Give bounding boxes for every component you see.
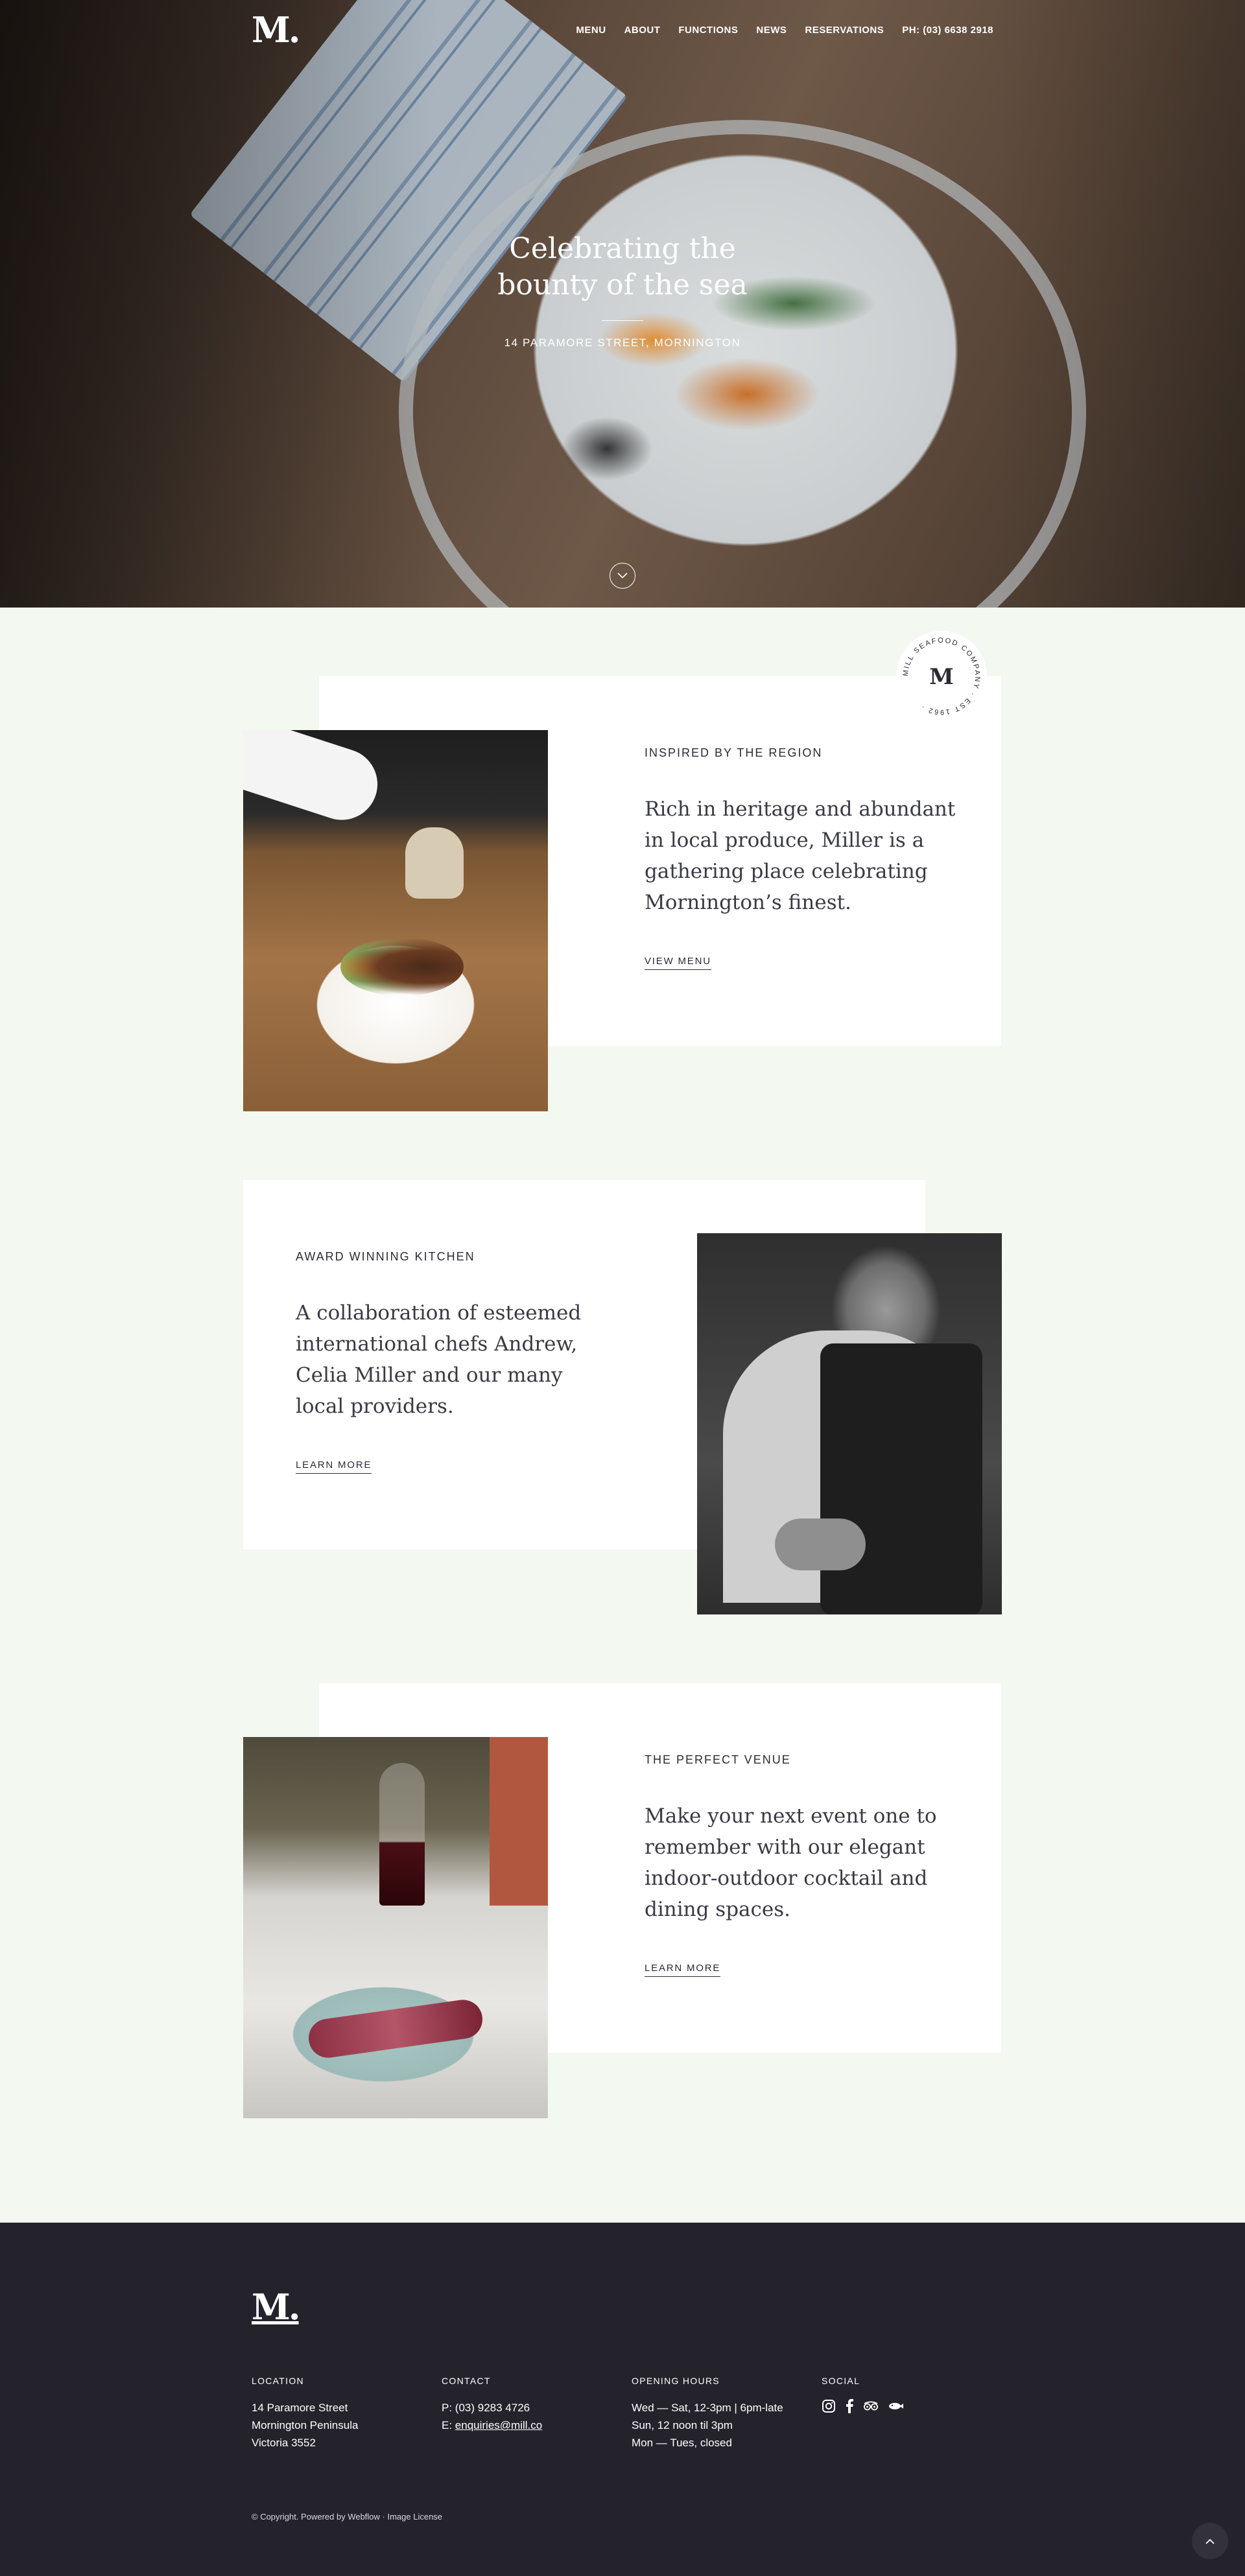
footer-contact: CONTACT P: (03) 9283 4726 E: enquiries@m… bbox=[442, 2376, 632, 2452]
hero-copy: Celebrating the bounty of the sea 14 PAR… bbox=[0, 231, 1245, 349]
feature-text: A collaboration of esteemed internationa… bbox=[296, 1301, 582, 1418]
nav-link-reservations[interactable]: RESERVATIONS bbox=[805, 25, 884, 36]
hours-heading: OPENING HOURS bbox=[632, 2376, 720, 2386]
feature-copy: THE PERFECT VENUE Make your next event o… bbox=[645, 1753, 956, 1977]
photo-wine-glass bbox=[379, 1763, 425, 1906]
feature-photo-pouring-sauce bbox=[243, 730, 548, 1111]
feature-eyebrow: INSPIRED BY THE REGION bbox=[645, 746, 823, 759]
feature-eyebrow: THE PERFECT VENUE bbox=[645, 1753, 791, 1766]
feature-photo-wine-octopus bbox=[243, 1737, 548, 2118]
nav-link-about[interactable]: ABOUT bbox=[624, 25, 661, 36]
footer-location: LOCATION 14 Paramore Street Mornington P… bbox=[252, 2376, 442, 2452]
nav-link-menu[interactable]: MENU bbox=[576, 25, 606, 36]
location-line: 14 Paramore Street bbox=[252, 2402, 348, 2414]
footer-logo[interactable]: M. bbox=[252, 2286, 301, 2328]
location-line: Mornington Peninsula bbox=[252, 2419, 359, 2431]
hero-title: Celebrating the bounty of the sea bbox=[497, 232, 748, 301]
location-line: Victoria 3552 bbox=[252, 2437, 316, 2449]
hours-line: Sun, 12 noon til 3pm bbox=[632, 2419, 733, 2431]
nav-link-news[interactable]: NEWS bbox=[756, 25, 787, 36]
hours-line: Mon — Tues, closed bbox=[632, 2437, 732, 2449]
feature-text: Make your next event one to remember wit… bbox=[645, 1804, 937, 1921]
social-heading: SOCIAL bbox=[822, 2376, 860, 2386]
photo-octopus bbox=[306, 1997, 485, 2061]
tripadvisor-icon[interactable] bbox=[863, 2401, 879, 2415]
hero-section: M. MENU ABOUT FUNCTIONS NEWS RESERVATION… bbox=[0, 0, 1245, 608]
hero-address: 14 PARAMORE STREET, MORNINGTON bbox=[504, 337, 741, 349]
photo-wall bbox=[490, 1737, 548, 1906]
copyright-text: © Copyright. Powered by Webflow · Image … bbox=[252, 2512, 443, 2522]
footer-social: SOCIAL bbox=[822, 2376, 1012, 2452]
back-to-top-button[interactable] bbox=[1192, 2523, 1228, 2559]
location-heading: LOCATION bbox=[252, 2376, 304, 2386]
learn-more-link[interactable]: LEARN MORE bbox=[296, 1459, 372, 1474]
photo-jug bbox=[405, 827, 464, 899]
site-footer: M. LOCATION 14 Paramore Street Morningto… bbox=[0, 2223, 1245, 2576]
hero-divider bbox=[602, 320, 643, 321]
photo-dish bbox=[340, 938, 464, 996]
chevron-up-icon bbox=[1205, 2538, 1215, 2544]
facebook-icon[interactable] bbox=[845, 2399, 854, 2416]
feature-photo-chef bbox=[697, 1233, 1002, 1614]
zomato-icon[interactable] bbox=[888, 2402, 903, 2414]
scroll-down-button[interactable] bbox=[610, 563, 635, 589]
feature-text: Rich in heritage and abundant in local p… bbox=[645, 798, 956, 914]
view-menu-link[interactable]: VIEW MENU bbox=[645, 956, 711, 970]
photo-hand bbox=[775, 1518, 866, 1570]
footer-hours: OPENING HOURS Wed — Sat, 12-3pm | 6pm-la… bbox=[632, 2376, 822, 2452]
learn-more-link[interactable]: LEARN MORE bbox=[645, 1963, 721, 1977]
brand-logo[interactable]: M. bbox=[252, 9, 301, 51]
instagram-icon[interactable] bbox=[822, 2399, 836, 2416]
est-badge: MILL SEAFOOD COMPANY · EST 1962 · M bbox=[896, 631, 987, 722]
feature-copy: INSPIRED BY THE REGION Rich in heritage … bbox=[645, 746, 956, 970]
badge-seal-icon: MILL SEAFOOD COMPANY · EST 1962 · M bbox=[902, 637, 980, 716]
badge-monogram: M bbox=[929, 664, 954, 690]
top-navigation: M. MENU ABOUT FUNCTIONS NEWS RESERVATION… bbox=[0, 0, 1245, 60]
social-links bbox=[822, 2399, 1012, 2416]
contact-email-line: E: enquiries@mill.co bbox=[442, 2416, 632, 2434]
email-link[interactable]: enquiries@mill.co bbox=[455, 2419, 542, 2431]
feature-copy: AWARD WINNING KITCHEN A collaboration of… bbox=[296, 1250, 607, 1474]
hours-line: Wed — Sat, 12-3pm | 6pm-late bbox=[632, 2402, 783, 2414]
contact-heading: CONTACT bbox=[442, 2376, 491, 2386]
photo-apron bbox=[820, 1343, 982, 1614]
contact-phone: P: (03) 9283 4726 bbox=[442, 2402, 530, 2414]
chevron-down-icon bbox=[617, 573, 628, 579]
footer-columns: LOCATION 14 Paramore Street Mornington P… bbox=[252, 2376, 1012, 2452]
photo-arm bbox=[243, 730, 387, 829]
features-section: MILL SEAFOOD COMPANY · EST 1962 · M INSP… bbox=[0, 608, 1245, 2223]
nav-phone-link[interactable]: PH: (03) 6638 2918 bbox=[902, 25, 993, 36]
nav-link-functions[interactable]: FUNCTIONS bbox=[678, 25, 738, 36]
nav-links: MENU ABOUT FUNCTIONS NEWS RESERVATIONS P… bbox=[576, 25, 993, 36]
email-prefix: E: bbox=[442, 2419, 455, 2431]
feature-eyebrow: AWARD WINNING KITCHEN bbox=[296, 1250, 475, 1263]
